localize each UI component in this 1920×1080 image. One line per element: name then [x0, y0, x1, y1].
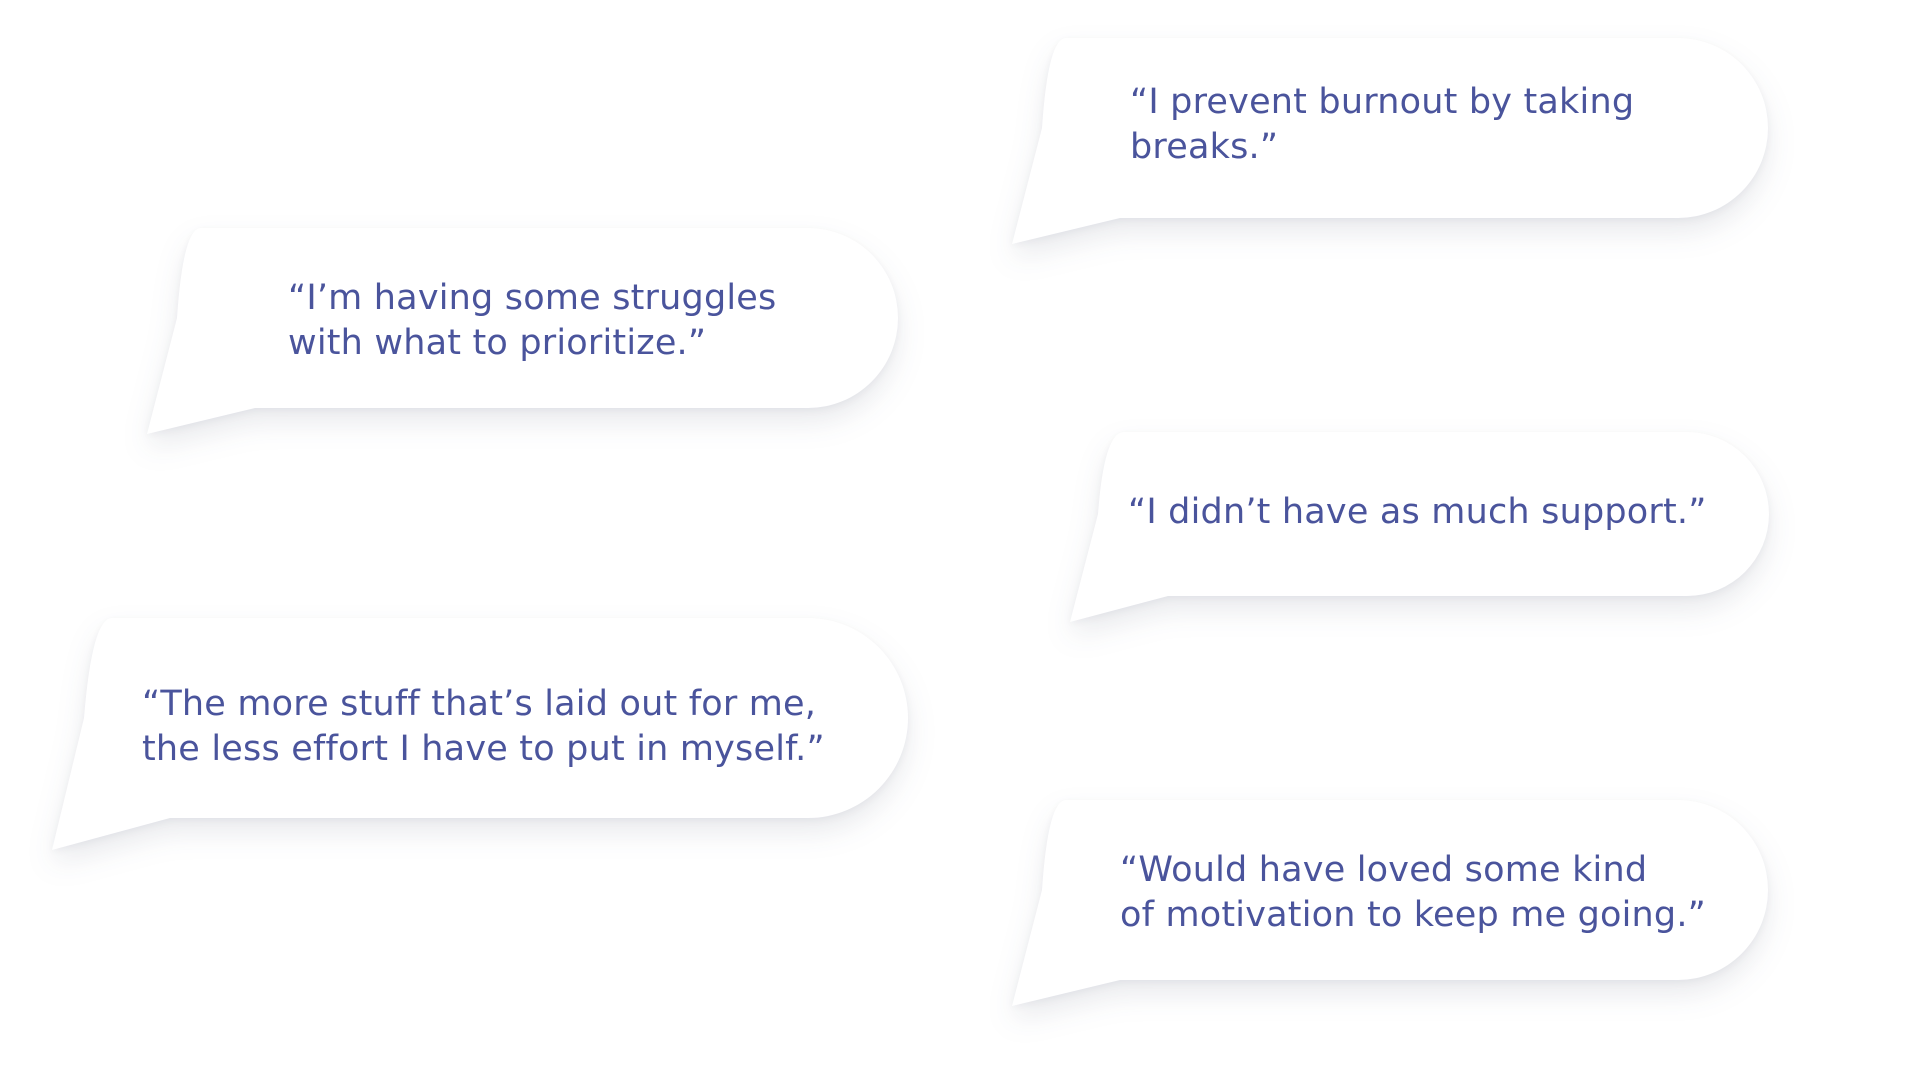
- quote-line: with what to prioritize.”: [288, 323, 707, 363]
- quote-text-burnout: “I prevent burnout by taking breaks.”: [1130, 80, 1634, 170]
- quote-line: “I’m having some struggles: [288, 278, 777, 318]
- quote-line: “I didn’t have as much support.”: [1128, 492, 1707, 532]
- speech-bubble-support: “I didn’t have as much support.”: [1068, 432, 1769, 622]
- quote-line: breaks.”: [1130, 127, 1279, 167]
- speech-bubble-laid-out: “The more stuff that’s laid out for me, …: [50, 618, 910, 853]
- speech-bubble-burnout: “I prevent burnout by taking breaks.”: [1010, 38, 1770, 248]
- quote-text-prioritize: “I’m having some struggles with what to …: [288, 276, 776, 366]
- speech-bubble-motivation: “Would have loved some kind of motivatio…: [1010, 800, 1770, 1010]
- quote-line: “The more stuff that’s laid out for me,: [142, 684, 817, 724]
- speech-bubble-prioritize: “I’m having some struggles with what to …: [145, 228, 905, 438]
- quote-line: of motivation to keep me going.”: [1120, 895, 1707, 935]
- quotes-canvas: “I prevent burnout by taking breaks.” “I…: [0, 0, 1920, 1080]
- quote-line: “Would have loved some kind: [1120, 850, 1648, 890]
- quote-line: “I prevent burnout by taking: [1130, 82, 1635, 122]
- quote-text-laid-out: “The more stuff that’s laid out for me, …: [142, 682, 825, 772]
- quote-text-motivation: “Would have loved some kind of motivatio…: [1120, 848, 1706, 938]
- quote-line: the less effort I have to put in myself.…: [142, 729, 825, 769]
- quote-text-support: “I didn’t have as much support.”: [1128, 490, 1707, 535]
